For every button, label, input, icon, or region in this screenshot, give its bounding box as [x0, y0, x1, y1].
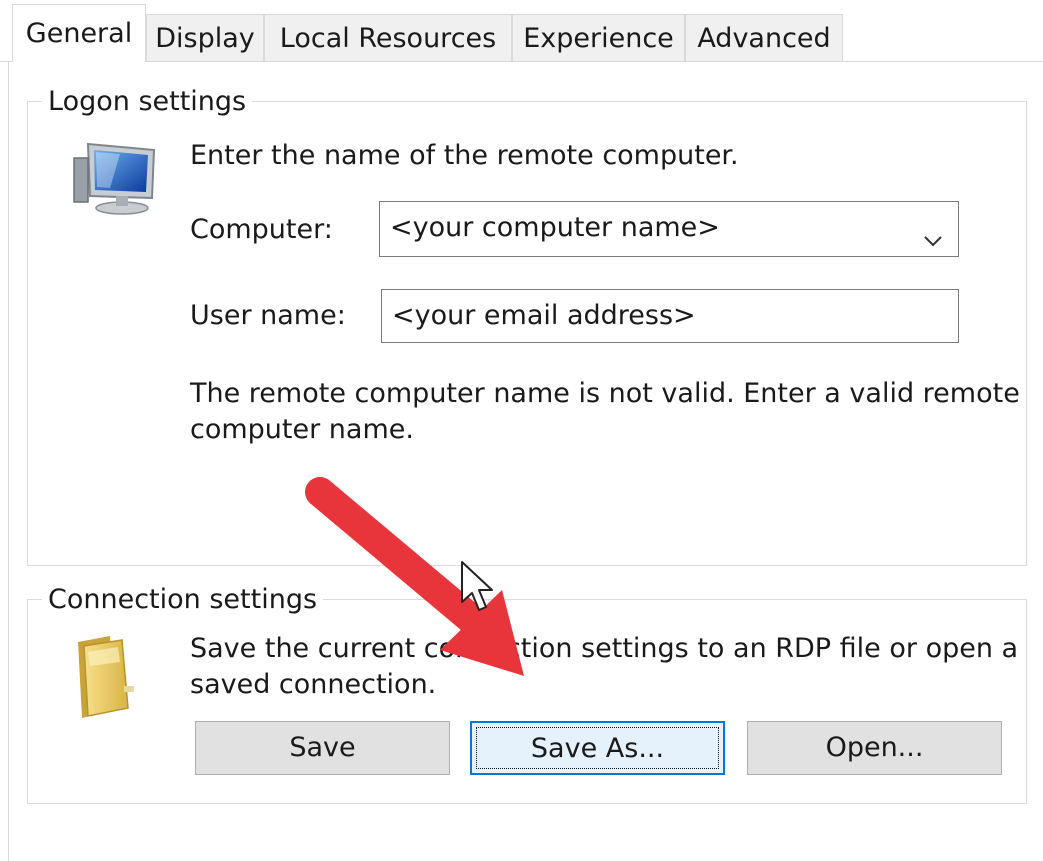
- tab-general[interactable]: General: [12, 4, 146, 62]
- save-as-button[interactable]: Save As...: [470, 721, 725, 775]
- monitor-icon: [70, 140, 160, 218]
- open-button[interactable]: Open...: [747, 721, 1002, 775]
- chevron-down-icon[interactable]: [922, 218, 944, 247]
- connection-desc-line2: saved connection.: [190, 669, 437, 700]
- folder-icon: [70, 632, 140, 720]
- computer-label: Computer:: [190, 214, 333, 245]
- username-label: User name:: [190, 300, 346, 331]
- username-value: <your email address>: [392, 300, 696, 331]
- computer-value: <your computer name>: [390, 212, 720, 243]
- logon-settings-legend: Logon settings: [42, 86, 253, 118]
- tab-panel-edge: [8, 62, 9, 861]
- error-text-line1: The remote computer name is not valid. E…: [190, 378, 1020, 409]
- computer-combobox[interactable]: <your computer name>: [379, 201, 959, 257]
- tab-advanced[interactable]: Advanced: [685, 14, 843, 61]
- save-button-label: Save: [289, 732, 356, 763]
- save-button[interactable]: Save: [195, 721, 450, 775]
- focus-ring: [476, 727, 719, 769]
- error-text-line2: computer name.: [190, 414, 414, 445]
- open-button-label: Open...: [825, 732, 924, 763]
- tab-local-resources[interactable]: Local Resources: [264, 14, 512, 61]
- logon-intro-text: Enter the name of the remote computer.: [190, 140, 739, 171]
- tab-display[interactable]: Display: [146, 14, 264, 61]
- username-input[interactable]: <your email address>: [381, 289, 959, 343]
- connection-settings-legend: Connection settings: [42, 584, 324, 616]
- tab-bar: General Display Local Resources Experien…: [0, 0, 1043, 62]
- tab-experience[interactable]: Experience: [512, 14, 685, 61]
- connection-desc-line1: Save the current connection settings to …: [190, 633, 1019, 664]
